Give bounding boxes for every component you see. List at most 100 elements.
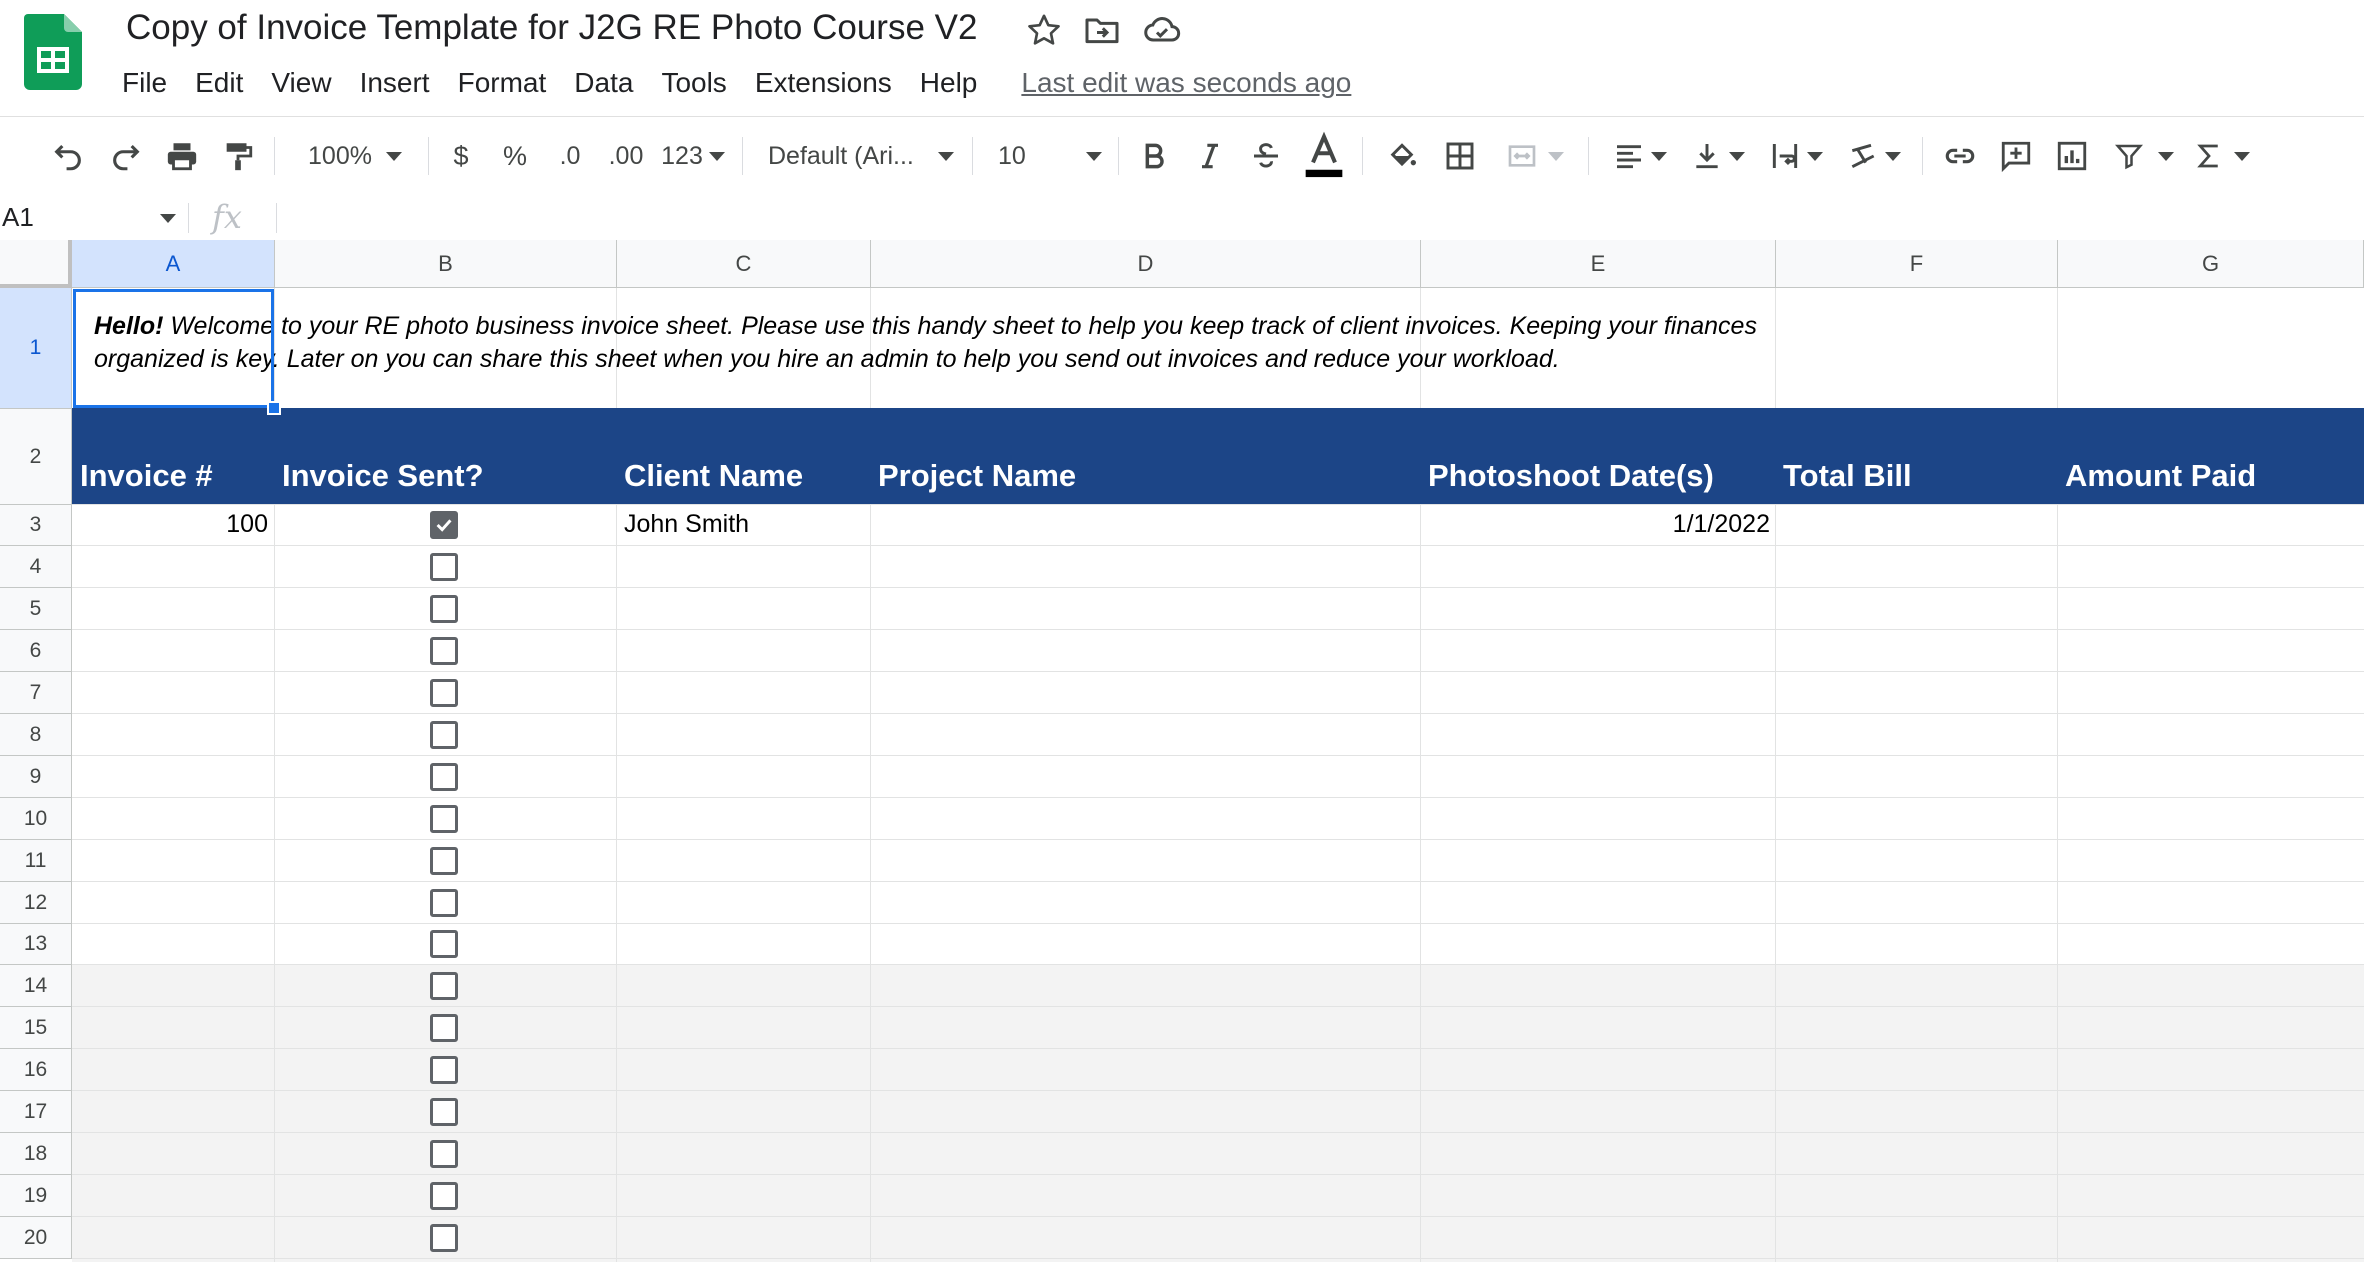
row-header-13[interactable]: 13 xyxy=(0,924,72,965)
insert-link-button[interactable] xyxy=(1938,117,1982,195)
borders-button[interactable] xyxy=(1440,117,1480,195)
column-header-f[interactable]: F xyxy=(1776,240,2058,288)
italic-button[interactable] xyxy=(1190,117,1230,195)
row-header-16[interactable]: 16 xyxy=(0,1049,72,1091)
invoice-sent-checkbox[interactable] xyxy=(430,1224,458,1252)
header-invoice-sent[interactable]: Invoice Sent? xyxy=(282,458,484,494)
functions-button[interactable] xyxy=(2190,117,2254,195)
decrease-decimal-button[interactable]: .0 xyxy=(550,117,590,195)
header-photoshoot-dates[interactable]: Photoshoot Date(s) xyxy=(1428,458,1714,494)
invoice-sent-checkbox[interactable] xyxy=(430,511,458,539)
redo-button[interactable] xyxy=(104,117,148,195)
bold-button[interactable] xyxy=(1134,117,1174,195)
fill-color-button[interactable] xyxy=(1382,117,1422,195)
move-to-folder-icon[interactable] xyxy=(1082,10,1122,50)
invoice-sent-checkbox[interactable] xyxy=(430,805,458,833)
invoice-sent-checkbox[interactable] xyxy=(430,847,458,875)
row-header-4[interactable]: 4 xyxy=(0,546,72,588)
text-color-button[interactable] xyxy=(1302,117,1346,195)
row-header-1[interactable]: 1 xyxy=(0,288,72,409)
invoice-sent-checkbox[interactable] xyxy=(430,637,458,665)
menu-edit[interactable]: Edit xyxy=(181,67,257,99)
row-header-5[interactable]: 5 xyxy=(0,588,72,630)
header-invoice-number[interactable]: Invoice # xyxy=(80,458,213,494)
row-header-12[interactable]: 12 xyxy=(0,882,72,924)
select-all-corner[interactable] xyxy=(0,240,72,288)
merge-cells-button[interactable] xyxy=(1498,117,1570,195)
invoice-sent-checkbox[interactable] xyxy=(430,553,458,581)
insert-comment-button[interactable] xyxy=(1994,117,2038,195)
menu-view[interactable]: View xyxy=(257,67,345,99)
document-title[interactable]: Copy of Invoice Template for J2G RE Phot… xyxy=(126,8,977,48)
text-wrap-button[interactable] xyxy=(1764,117,1828,195)
intro-note-cell[interactable]: Hello! Welcome to your RE photo business… xyxy=(94,310,1914,376)
row-header-17[interactable]: 17 xyxy=(0,1091,72,1133)
invoice-sent-checkbox[interactable] xyxy=(430,889,458,917)
column-header-g[interactable]: G xyxy=(2058,240,2364,288)
row-header-11[interactable]: 11 xyxy=(0,840,72,882)
row-header-3[interactable]: 3 xyxy=(0,505,72,546)
header-amount-paid[interactable]: Amount Paid xyxy=(2065,458,2256,494)
row-header-2[interactable]: 2 xyxy=(0,409,72,505)
horizontal-align-button[interactable] xyxy=(1608,117,1672,195)
row-header-8[interactable]: 8 xyxy=(0,714,72,756)
cell-invoice-number[interactable]: 100 xyxy=(74,510,268,539)
font-size-select[interactable]: 10 xyxy=(998,117,1102,195)
text-rotation-button[interactable] xyxy=(1842,117,1906,195)
row-header-18[interactable]: 18 xyxy=(0,1133,72,1175)
header-total-bill[interactable]: Total Bill xyxy=(1783,458,1912,494)
print-button[interactable] xyxy=(160,117,204,195)
menu-format[interactable]: Format xyxy=(444,67,561,99)
row-header-14[interactable]: 14 xyxy=(0,965,72,1007)
row-header-9[interactable]: 9 xyxy=(0,756,72,798)
invoice-sent-checkbox[interactable] xyxy=(430,1182,458,1210)
increase-decimal-button[interactable]: .00 xyxy=(604,117,648,195)
column-header-d[interactable]: D xyxy=(871,240,1421,288)
undo-button[interactable] xyxy=(46,117,90,195)
currency-format-button[interactable]: $ xyxy=(444,117,478,195)
menu-data[interactable]: Data xyxy=(560,67,647,99)
invoice-sent-checkbox[interactable] xyxy=(430,763,458,791)
row-header-6[interactable]: 6 xyxy=(0,630,72,672)
cell-photoshoot-date[interactable]: 1/1/2022 xyxy=(1422,510,1770,539)
formula-input[interactable] xyxy=(290,195,2350,240)
invoice-sent-checkbox[interactable] xyxy=(430,595,458,623)
invoice-sent-checkbox[interactable] xyxy=(430,972,458,1000)
name-box[interactable]: A1 xyxy=(0,195,180,240)
spreadsheet-grid[interactable]: A B C D E F G 1 2 3 4 5 6 7 8 9 10 11 12… xyxy=(0,240,2364,1262)
row-header-10[interactable]: 10 xyxy=(0,798,72,840)
column-header-a[interactable]: A xyxy=(72,240,275,288)
invoice-sent-checkbox[interactable] xyxy=(430,679,458,707)
sheets-logo-icon[interactable] xyxy=(24,14,82,90)
row-header-20[interactable]: 20 xyxy=(0,1217,72,1259)
insert-chart-button[interactable] xyxy=(2050,117,2094,195)
strikethrough-button[interactable] xyxy=(1246,117,1286,195)
filter-button[interactable] xyxy=(2112,117,2176,195)
cloud-saved-icon[interactable] xyxy=(1142,10,1182,50)
invoice-sent-checkbox[interactable] xyxy=(430,1140,458,1168)
column-header-b[interactable]: B xyxy=(275,240,617,288)
last-edit-link[interactable]: Last edit was seconds ago xyxy=(1021,67,1351,99)
row-header-15[interactable]: 15 xyxy=(0,1007,72,1049)
zoom-select[interactable]: 100% xyxy=(296,117,414,195)
vertical-align-button[interactable] xyxy=(1686,117,1750,195)
menu-insert[interactable]: Insert xyxy=(346,67,444,99)
paint-format-button[interactable] xyxy=(216,117,260,195)
header-client-name[interactable]: Client Name xyxy=(624,458,803,494)
menu-extensions[interactable]: Extensions xyxy=(741,67,906,99)
column-header-c[interactable]: C xyxy=(617,240,871,288)
header-project-name[interactable]: Project Name xyxy=(878,458,1076,494)
percent-format-button[interactable]: % xyxy=(498,117,532,195)
column-header-e[interactable]: E xyxy=(1421,240,1776,288)
star-icon[interactable] xyxy=(1024,10,1064,50)
more-formats-button[interactable]: 123 xyxy=(658,117,728,195)
menu-tools[interactable]: Tools xyxy=(647,67,740,99)
menu-help[interactable]: Help xyxy=(906,67,992,99)
menu-file[interactable]: File xyxy=(108,67,181,99)
invoice-sent-checkbox[interactable] xyxy=(430,721,458,749)
row-header-19[interactable]: 19 xyxy=(0,1175,72,1217)
row-header-7[interactable]: 7 xyxy=(0,672,72,714)
invoice-sent-checkbox[interactable] xyxy=(430,1098,458,1126)
invoice-sent-checkbox[interactable] xyxy=(430,1056,458,1084)
cell-client-name[interactable]: John Smith xyxy=(624,510,749,539)
